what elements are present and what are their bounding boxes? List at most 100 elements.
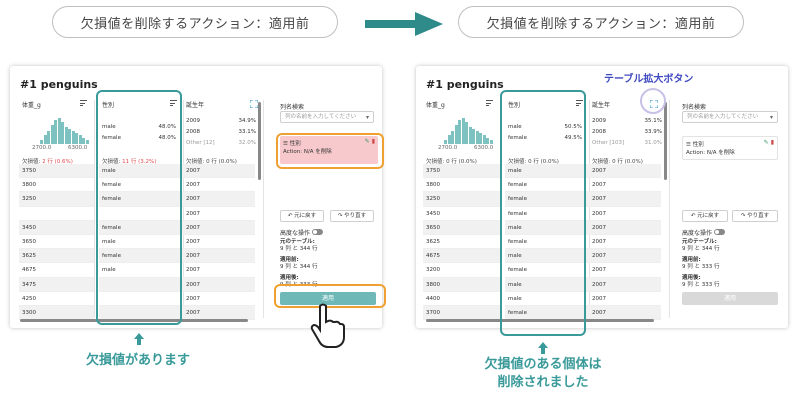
- table-info: 元のテーブル: 9 列 と 344 行: [280, 239, 318, 252]
- after-info: 適用後: 9 列 と 333 行: [682, 275, 720, 288]
- table-cell[interactable]: 3800: [423, 277, 500, 292]
- column-divider: [669, 100, 670, 318]
- table-cell[interactable]: 3800: [19, 178, 94, 193]
- arrow-right-icon: [365, 12, 443, 36]
- table-cell[interactable]: 2007: [183, 220, 255, 235]
- table-cell[interactable]: 3750: [19, 164, 94, 179]
- year-stat-2009: 2009 35.1%: [592, 118, 662, 124]
- edit-icon[interactable]: ✎: [764, 139, 769, 146]
- sex-column-highlight: [500, 90, 586, 336]
- caption-missing-values: 欠損値があります: [85, 353, 190, 368]
- up-arrow-icon: [134, 333, 144, 345]
- body-mass-histogram: [40, 118, 90, 144]
- advanced-toggle[interactable]: [312, 229, 323, 235]
- histogram-bar: [85, 139, 89, 144]
- filter-icon[interactable]: [80, 100, 87, 106]
- year-cells: 2007 2007 2007 2007 2007 2007 2007 2007 2007 2007…: [589, 164, 661, 321]
- chevron-down-icon: ▾: [769, 114, 773, 121]
- column-header-year[interactable]: 誕生年: [186, 100, 204, 112]
- table-cell[interactable]: 2007: [589, 207, 661, 221]
- table-cell[interactable]: 3250: [19, 192, 94, 207]
- table-cell[interactable]: 2007: [183, 263, 255, 278]
- undo-button[interactable]: ↶ 元に戻す: [682, 210, 728, 222]
- trash-icon[interactable]: ▮: [771, 139, 774, 146]
- slide: 欠損値を削除するアクション：適用前 欠損値を削除するアクション：適用前 #1 p…: [0, 0, 800, 403]
- after-title-pill: 欠損値を削除するアクション：適用前: [458, 6, 744, 38]
- column-header-body-mass[interactable]: 体重_g: [426, 100, 445, 112]
- expand-button-callout: テーブル拡大ボタン: [604, 74, 694, 85]
- action-card[interactable]: ☰ 性別 Action: N/A を削除 ✎ ▮: [682, 136, 778, 160]
- column-divider: [263, 100, 264, 318]
- table-cell[interactable]: 2007: [589, 292, 661, 306]
- vertical-scrollbar[interactable]: [664, 102, 667, 180]
- table-cell[interactable]: 2007: [589, 220, 661, 235]
- table-cell[interactable]: 2007: [589, 164, 661, 179]
- column-header-year[interactable]: 誕生年: [592, 100, 610, 112]
- table-cell[interactable]: 4675: [423, 249, 500, 264]
- hist-min-label: 2700.0: [32, 145, 52, 151]
- column-search-select[interactable]: 列の名前を入力してください ▾: [682, 111, 778, 123]
- table-cell[interactable]: 2007: [183, 164, 255, 179]
- table-cell[interactable]: 3800: [423, 178, 500, 193]
- table-cell[interactable]: 3650: [19, 235, 94, 250]
- action-card-desc: Action: N/A を削除: [686, 150, 735, 156]
- sex-column-highlight: [96, 90, 182, 325]
- table-cell[interactable]: 3300: [19, 305, 94, 321]
- filter-icon[interactable]: [486, 100, 493, 106]
- table-cell[interactable]: 2007: [183, 192, 255, 207]
- table-cell[interactable]: 2007: [183, 178, 255, 193]
- column-search-select[interactable]: 列の名前を入力してください ▾: [280, 111, 374, 123]
- table-cell[interactable]: 3200: [423, 263, 500, 278]
- table-cell[interactable]: 3625: [423, 235, 500, 250]
- table-cell[interactable]: 3450: [19, 220, 94, 235]
- column-divider: [94, 100, 95, 318]
- table-cell[interactable]: 4400: [423, 292, 500, 306]
- hist-min-label: 2700.0: [438, 145, 458, 151]
- table-cell[interactable]: 2007: [183, 207, 255, 221]
- undo-button[interactable]: ↶ 元に戻す: [280, 210, 324, 222]
- column-search-label: 列名検索: [280, 104, 305, 111]
- action-card-highlight: [276, 133, 384, 169]
- table-cell[interactable]: 2007: [183, 292, 255, 306]
- year-stat-2009: 2009 34.9%: [186, 118, 256, 124]
- redo-button[interactable]: ↷ やり直す: [732, 210, 778, 222]
- table-cell[interactable]: 2007: [183, 235, 255, 250]
- table-cell[interactable]: 3700: [423, 305, 500, 321]
- after-title: 欠損値を削除するアクション：適用前: [486, 16, 716, 32]
- table-cell[interactable]: 2007: [183, 305, 255, 321]
- advanced-toggle[interactable]: [714, 229, 725, 235]
- table-cell[interactable]: 2007: [589, 235, 661, 250]
- table-cell[interactable]: 2007: [589, 277, 661, 292]
- table-cell[interactable]: 2007: [589, 249, 661, 264]
- table-cell[interactable]: 2007: [183, 277, 255, 292]
- vertical-scrollbar[interactable]: [258, 102, 261, 180]
- table-cell[interactable]: [19, 207, 94, 221]
- dataset-title: #1 penguins: [20, 78, 98, 91]
- before-info: 適用前: 9 列 と 344 行: [280, 257, 318, 270]
- table-cell[interactable]: 2007: [589, 263, 661, 278]
- table-cell[interactable]: 2007: [589, 178, 661, 193]
- table-cell[interactable]: 3475: [19, 277, 94, 292]
- hist-max-label: 6300.0: [474, 145, 494, 151]
- table-cell[interactable]: 3750: [423, 164, 500, 179]
- before-title: 欠損値を削除するアクション：適用前: [80, 16, 310, 32]
- table-cell[interactable]: 3625: [19, 249, 94, 264]
- table-expand-icon[interactable]: [250, 100, 258, 108]
- before-title-pill: 欠損値を削除するアクション：適用前: [52, 6, 338, 38]
- table-cell[interactable]: 3650: [423, 220, 500, 235]
- caption-rows-removed: 欠損値のある個体は 削除されました: [468, 356, 618, 392]
- redo-button[interactable]: ↷ やり直す: [330, 210, 374, 222]
- table-cell[interactable]: 2007: [183, 249, 255, 264]
- table-cell[interactable]: 2007: [589, 305, 661, 321]
- apply-button-disabled[interactable]: 適用: [682, 292, 778, 305]
- year-stat-2008: 2008 33.1%: [186, 129, 256, 135]
- expand-button-highlight: [640, 88, 666, 114]
- table-cell[interactable]: 3450: [423, 207, 500, 221]
- column-header-body-mass[interactable]: 体重_g: [22, 100, 41, 112]
- hist-max-label: 6300.0: [68, 145, 88, 151]
- table-cell[interactable]: 4675: [19, 263, 94, 278]
- table-cell[interactable]: 2007: [589, 192, 661, 207]
- table-cell[interactable]: 3250: [423, 192, 500, 207]
- table-cell[interactable]: 4250: [19, 292, 94, 306]
- dataset-title: #1 penguins: [426, 78, 504, 91]
